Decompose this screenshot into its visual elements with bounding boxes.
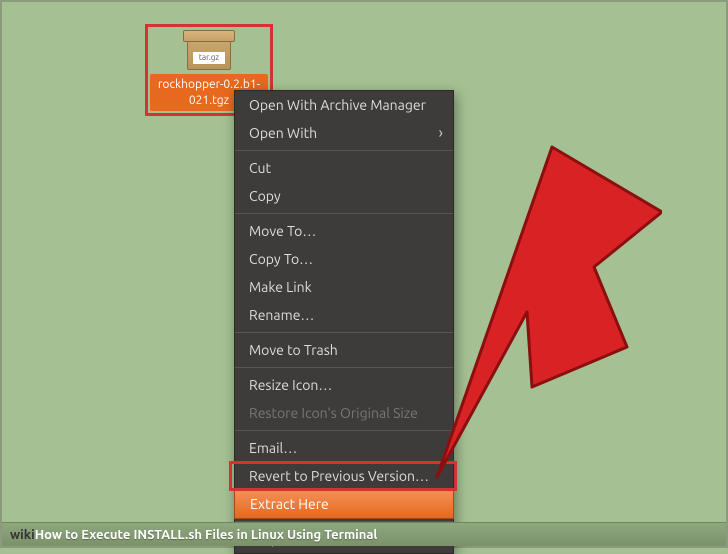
menu-separator [235,430,453,431]
menu-move-to-trash[interactable]: Move to Trash [235,336,453,364]
menu-rename[interactable]: Rename… [235,301,453,329]
menu-email[interactable]: Email… [235,434,453,462]
menu-extract-here[interactable]: Extract Here [234,489,454,519]
menu-separator [235,367,453,368]
footer-title: to Execute INSTALL.sh Files in Linux Usi… [65,528,377,542]
menu-resize-icon[interactable]: Resize Icon… [235,371,453,399]
menu-open-with[interactable]: Open With [235,119,453,147]
menu-move-to[interactable]: Move To… [235,217,453,245]
context-menu: Open With Archive Manager Open With Cut … [234,90,454,554]
menu-make-link[interactable]: Make Link [235,273,453,301]
footer-wiki: wiki [10,528,35,542]
menu-cut[interactable]: Cut [235,154,453,182]
menu-copy[interactable]: Copy [235,182,453,210]
menu-copy-to[interactable]: Copy To… [235,245,453,273]
archive-type-label: tar.gz [193,52,225,64]
archive-icon: tar.gz [179,30,239,72]
menu-revert[interactable]: Revert to Previous Version… [235,462,453,490]
menu-restore-icon: Restore Icon's Original Size [235,399,453,427]
menu-separator [235,213,453,214]
menu-separator [235,332,453,333]
footer-how: How [35,528,62,542]
menu-open-archive-manager[interactable]: Open With Archive Manager [235,91,453,119]
footer-bar: wikiHow to Execute INSTALL.sh Files in L… [2,522,726,546]
menu-separator [235,150,453,151]
